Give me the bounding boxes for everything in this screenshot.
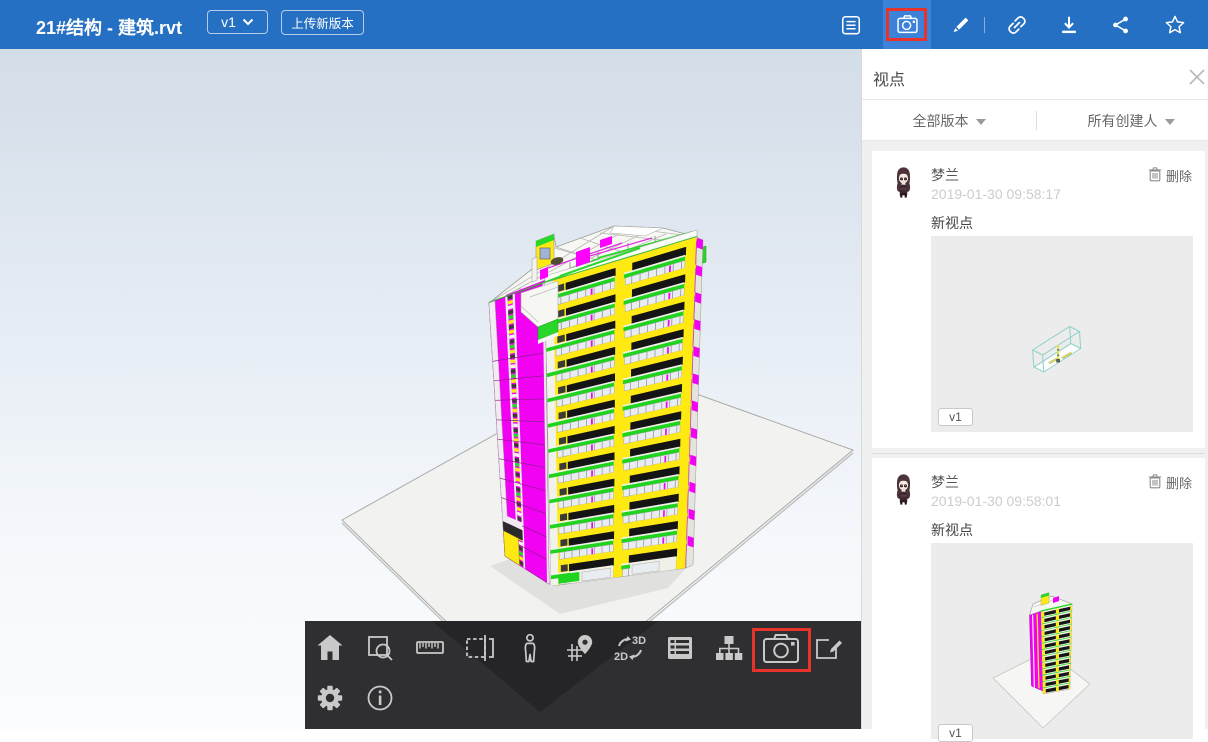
svg-text:3D: 3D (632, 635, 646, 647)
svg-text:2D: 2D (614, 651, 628, 663)
